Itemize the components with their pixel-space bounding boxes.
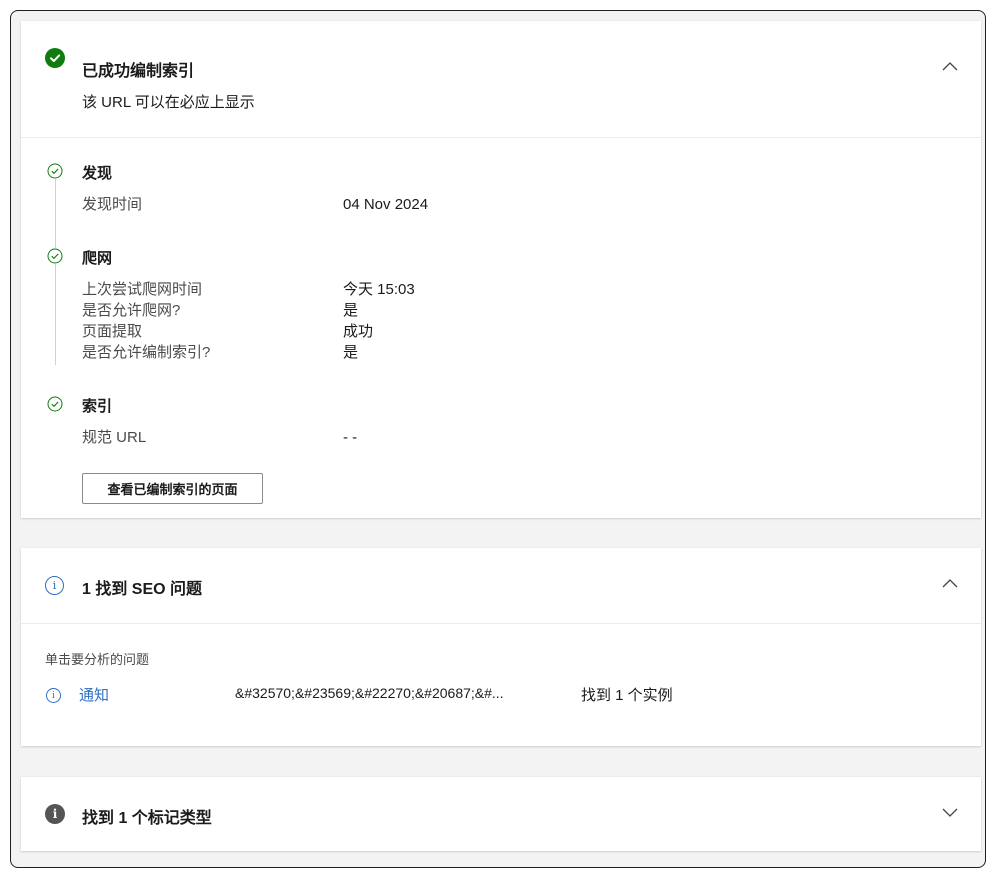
indexing-status-subtitle: 该 URL 可以在必应上显示 — [82, 94, 255, 111]
discovery-time-value: 04 Nov 2024 — [343, 196, 429, 213]
canonical-url-value: - - — [343, 429, 358, 446]
issues-hint: 单击要分析的问题 — [45, 652, 150, 667]
chevron-up-icon[interactable] — [941, 575, 959, 593]
page-fetch-value: 成功 — [343, 323, 374, 340]
index-allowed-value: 是 — [343, 344, 359, 361]
indexing-status-title: 已成功编制索引 — [82, 63, 195, 80]
markup-types-card: i 找到 1 个标记类型 — [21, 777, 981, 851]
step-title-discovery: 发现 — [82, 165, 113, 182]
info-icon: i — [45, 804, 65, 824]
step-title-crawl: 爬网 — [82, 250, 113, 267]
last-crawl-value: 今天 15:03 — [343, 281, 415, 298]
crawl-allowed-value: 是 — [343, 302, 359, 319]
step-check-icon — [47, 396, 63, 412]
inspection-panel: 已成功编制索引 该 URL 可以在必应上显示 发现 发现时间 04 Nov 20… — [10, 10, 986, 868]
chevron-down-icon[interactable] — [941, 803, 959, 821]
issue-description[interactable]: &#32570;&#23569;&#22270;&#20687;&#... — [235, 685, 551, 701]
crawl-allowed-label: 是否允许爬网? — [82, 302, 181, 319]
seo-issues-title: 1 找到 SEO 问题 — [82, 581, 203, 598]
timeline-line — [55, 178, 56, 365]
markup-types-title: 找到 1 个标记类型 — [82, 810, 212, 827]
view-indexed-page-button[interactable]: 查看已编制索引的页面 — [82, 473, 263, 504]
step-check-icon — [47, 248, 63, 264]
success-check-icon — [45, 48, 65, 68]
seo-issues-card: i 1 找到 SEO 问题 单击要分析的问题 i 通知 &#32570;&#23… — [21, 548, 981, 746]
issue-instance-count: 找到 1 个实例 — [581, 687, 673, 704]
divider — [21, 623, 981, 624]
indexing-status-card: 已成功编制索引 该 URL 可以在必应上显示 发现 发现时间 04 Nov 20… — [21, 21, 981, 518]
info-icon: i — [46, 688, 61, 703]
discovery-time-label: 发现时间 — [82, 196, 143, 213]
page-fetch-label: 页面提取 — [82, 323, 143, 340]
canonical-url-label: 规范 URL — [82, 429, 147, 446]
step-check-icon — [47, 163, 63, 179]
last-crawl-label: 上次尝试爬网时间 — [82, 281, 203, 298]
issue-severity-link[interactable]: 通知 — [79, 684, 109, 705]
index-allowed-label: 是否允许编制索引? — [82, 344, 211, 361]
chevron-up-icon[interactable] — [941, 58, 959, 76]
divider — [21, 137, 981, 138]
step-title-index: 索引 — [82, 398, 113, 415]
info-icon: i — [45, 576, 64, 595]
